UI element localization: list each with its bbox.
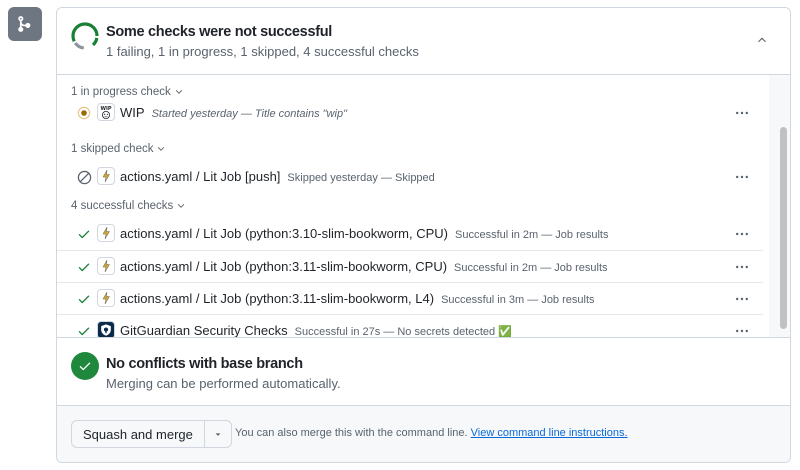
check-description: Started yesterday — Title contains "wip" (151, 108, 347, 120)
actions-app-icon (97, 257, 115, 275)
in-progress-dot-icon (76, 105, 92, 121)
merge-method-dropdown[interactable] (205, 421, 231, 447)
check-icon (76, 291, 92, 307)
group-skipped[interactable]: 1 skipped check (71, 143, 166, 155)
conflict-subtitle: Merging can be performed automatically. (106, 376, 341, 391)
checks-list: 1 in progress check WIP WIP Started yeste… (57, 75, 790, 338)
check-row[interactable]: actions.yaml / Lit Job (python:3.11-slim… (57, 282, 763, 314)
actions-app-icon (97, 224, 115, 242)
checks-summary-subtitle: 1 failing, 1 in progress, 1 skipped, 4 s… (106, 44, 419, 59)
merge-button-group: Squash and merge (71, 420, 232, 448)
group-label: 4 successful checks (71, 200, 174, 212)
chevron-down-icon (178, 204, 185, 208)
kebab-menu-icon[interactable] (731, 322, 753, 337)
check-description: Successful in 2m — Job results (454, 262, 608, 274)
check-description: Skipped yesterday — Skipped (287, 172, 435, 184)
kebab-menu-icon[interactable] (731, 290, 753, 308)
check-name: actions.yaml / Lit Job [push] Skipped yes… (120, 169, 435, 184)
merge-box: Some checks were not successful 1 failin… (56, 7, 791, 463)
group-label: 1 skipped check (71, 143, 154, 155)
gitguardian-app-icon (97, 321, 115, 337)
check-row[interactable]: actions.yaml / Lit Job [push] Skipped yes… (57, 161, 763, 193)
actions-app-icon (97, 289, 115, 307)
check-name: actions.yaml / Lit Job (python:3.11-slim… (120, 291, 595, 306)
git-merge-icon (8, 7, 42, 41)
check-row[interactable]: actions.yaml / Lit Job (python:3.10-slim… (57, 218, 763, 250)
check-row[interactable]: WIP WIP Started yesterday — Title contain… (57, 97, 763, 129)
check-circle-icon (71, 352, 99, 380)
check-name: actions.yaml / Lit Job (python:3.10-slim… (120, 226, 609, 241)
kebab-menu-icon[interactable] (731, 168, 753, 186)
wip-app-icon: WIP (97, 103, 115, 121)
checks-scrollbar[interactable] (780, 127, 787, 329)
command-line-instructions-link[interactable]: View command line instructions. (471, 427, 628, 439)
conflict-title: No conflicts with base branch (106, 356, 303, 372)
check-row[interactable]: actions.yaml / Lit Job (python:3.11-slim… (57, 250, 763, 282)
check-description: Successful in 2m — Job results (455, 229, 609, 241)
checks-summary-header: Some checks were not successful 1 failin… (57, 8, 790, 75)
caret-down-icon (215, 433, 221, 436)
check-icon (76, 323, 92, 337)
kebab-menu-icon[interactable] (731, 225, 753, 243)
check-name: WIP Started yesterday — Title contains "w… (120, 105, 347, 120)
skip-icon (76, 169, 92, 185)
chevron-down-icon (158, 147, 165, 151)
group-successful[interactable]: 4 successful checks (71, 200, 186, 212)
check-description: Successful in 27s — No secrets detected … (294, 326, 512, 338)
command-line-hint-text: You can also merge this with the command… (235, 427, 468, 439)
squash-and-merge-button[interactable]: Squash and merge (72, 421, 205, 447)
check-icon (76, 226, 92, 242)
actions-app-icon (97, 167, 115, 185)
check-description: Successful in 3m — Job results (441, 294, 595, 306)
merge-conflict-status: No conflicts with base branch Merging ca… (57, 338, 790, 406)
kebab-menu-icon[interactable] (731, 104, 753, 122)
checks-summary-title: Some checks were not successful (106, 24, 333, 40)
chevron-up-icon[interactable] (752, 30, 772, 50)
check-icon (76, 259, 92, 275)
merge-footer: Squash and merge You can also merge this… (57, 406, 790, 462)
chevron-down-icon (175, 90, 182, 94)
command-line-hint: You can also merge this with the command… (235, 427, 628, 439)
check-row[interactable]: GitGuardian Security Checks Successful in… (57, 314, 763, 338)
check-name: actions.yaml / Lit Job (python:3.11-slim… (120, 259, 608, 274)
check-name: GitGuardian Security Checks Successful in… (120, 323, 512, 338)
kebab-menu-icon[interactable] (731, 258, 753, 276)
checks-status-ring-icon (71, 22, 99, 50)
